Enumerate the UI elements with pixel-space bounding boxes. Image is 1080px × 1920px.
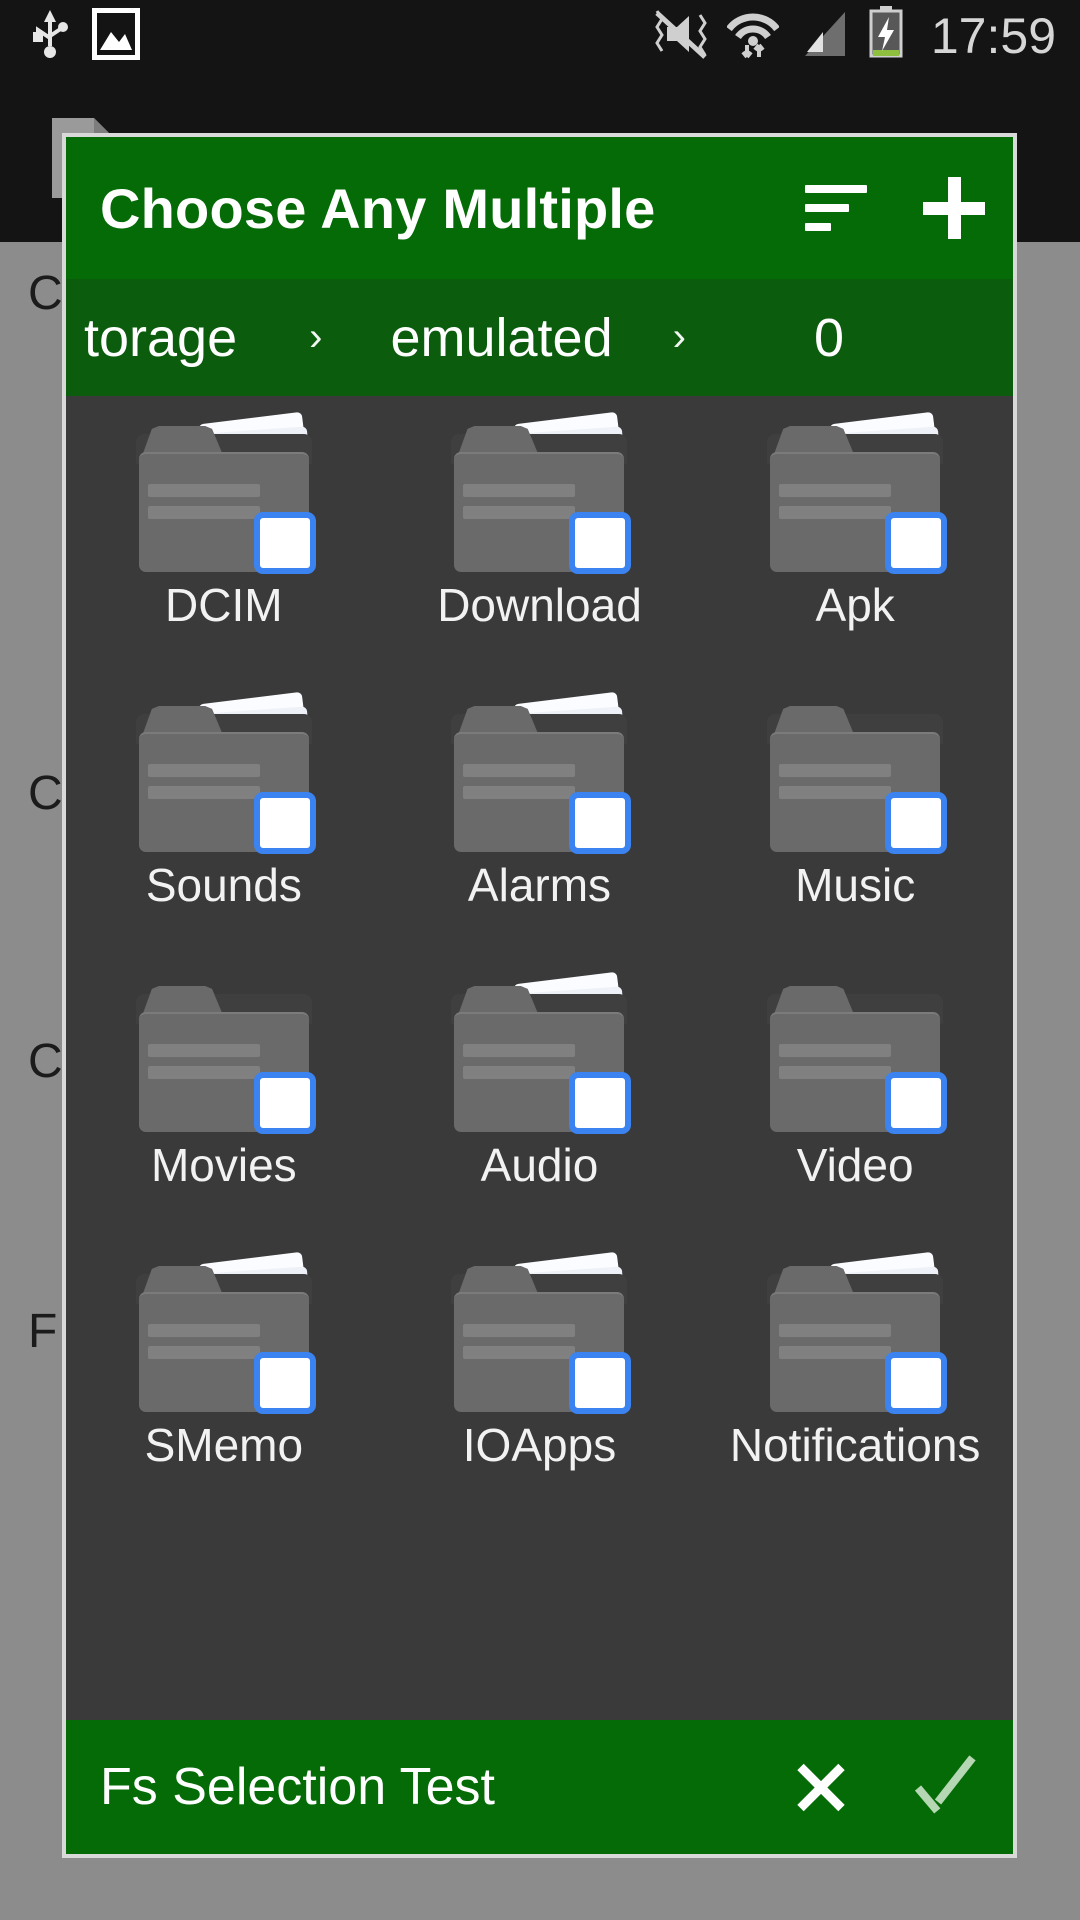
folder-checkbox[interactable] [569,512,632,574]
folder-icon [451,688,632,854]
folder-icon [135,688,316,854]
signal-icon [797,8,849,65]
folder-grid-scroll[interactable]: DCIM Download Apk Sounds Alarms Music Movies Au… [66,396,1013,1569]
status-bar: 17:59 [0,0,1080,72]
folder-label: Audio [480,1139,599,1191]
folder-label: Alarms [467,859,612,911]
dialog-title: Choose Any Multiple [100,176,656,240]
wifi-icon [726,7,780,66]
folder-item[interactable]: Music [697,676,1013,956]
status-bar-left-icons [30,6,141,65]
folder-item[interactable]: Movies [66,956,382,1236]
plus-icon [923,177,985,239]
folder-label: Video [796,1139,914,1191]
cancel-button[interactable] [757,1720,885,1854]
folder-checkbox[interactable] [885,1072,948,1134]
folder-icon [135,1248,316,1414]
chevron-right-icon-1: › [309,315,323,359]
chevron-right-icon-2: › [672,315,686,359]
breadcrumb-item-emulated[interactable]: emulated [390,307,612,369]
mute-vibrate-off-icon [653,7,709,66]
folder-item[interactable]: Alarms [382,676,698,956]
folder-checkbox[interactable] [569,1352,632,1414]
folder-item[interactable]: SMemo [66,1236,382,1516]
folder-checkbox[interactable] [253,1072,316,1134]
folder-item[interactable]: Video [697,956,1013,1236]
folder-checkbox[interactable] [885,512,948,574]
folder-icon [767,1248,948,1414]
dialog-footer-actions [757,1720,1013,1854]
folder-label: Music [795,859,916,911]
folder-item[interactable]: Apk [697,396,1013,676]
folder-label: SMemo [144,1419,304,1471]
folder-item[interactable]: Sounds [66,676,382,956]
folder-checkbox[interactable] [885,792,948,854]
folder-label: Movies [150,1139,297,1191]
breadcrumb-item-storage[interactable]: torage [84,307,237,369]
folder-label: DCIM [165,579,283,631]
background-button-3[interactable]: C [28,1034,63,1089]
folder-checkbox[interactable] [569,1072,632,1134]
folder-icon [767,408,948,574]
folder-label: IOApps [462,1419,617,1471]
screen: 17:59 Fs Selection Test C C C F Choose A… [0,0,1080,1920]
folder-item[interactable]: Download [382,396,698,676]
breadcrumb-item-0[interactable]: 0 [814,307,844,369]
sort-button[interactable] [777,137,895,279]
folder-checkbox[interactable] [885,1352,948,1414]
dialog-footer: Fs Selection Test [66,1720,1013,1854]
folder-icon [135,408,316,574]
folder-icon [767,968,948,1134]
close-icon [792,1758,850,1816]
sort-icon [805,185,867,231]
dialog-footer-title: Fs Selection Test [100,1758,496,1816]
folder-item[interactable]: IOApps [382,1236,698,1516]
dialog-header: Choose Any Multiple [66,137,1013,279]
battery-charging-icon [867,5,905,67]
folder-label: Sounds [145,859,302,911]
folder-label: Notifications [729,1419,981,1471]
folder-icon [451,968,632,1134]
status-bar-right-icons: 17:59 [653,5,1056,67]
folder-item[interactable]: DCIM [66,396,382,676]
folder-icon [767,688,948,854]
breadcrumb[interactable]: torage › emulated › 0 [66,279,1013,396]
folder-checkbox[interactable] [569,792,632,854]
background-button-4[interactable]: F [28,1304,57,1359]
background-button-2[interactable]: C [28,766,63,821]
background-button-1[interactable]: C [28,266,63,321]
folder-checkbox[interactable] [253,512,316,574]
usb-icon [30,8,70,65]
file-chooser-dialog: Choose Any Multiple torage › emulated › … [62,133,1017,1858]
add-button[interactable] [895,137,1013,279]
folder-item[interactable]: Audio [382,956,698,1236]
folder-item[interactable]: Notifications [697,1236,1013,1516]
folder-icon [451,408,632,574]
folder-checkbox[interactable] [253,792,316,854]
folder-checkbox[interactable] [253,1352,316,1414]
confirm-button[interactable] [885,1720,1013,1854]
folder-icon [135,968,316,1134]
status-bar-clock: 17:59 [930,8,1056,64]
folder-grid: DCIM Download Apk Sounds Alarms Music Movies Au… [66,396,1013,1516]
folder-label: Apk [815,579,895,631]
folder-label: Download [437,579,642,631]
check-icon [916,1758,982,1816]
folder-icon [451,1248,632,1414]
dialog-header-actions [777,137,1013,279]
image-icon [91,6,141,65]
